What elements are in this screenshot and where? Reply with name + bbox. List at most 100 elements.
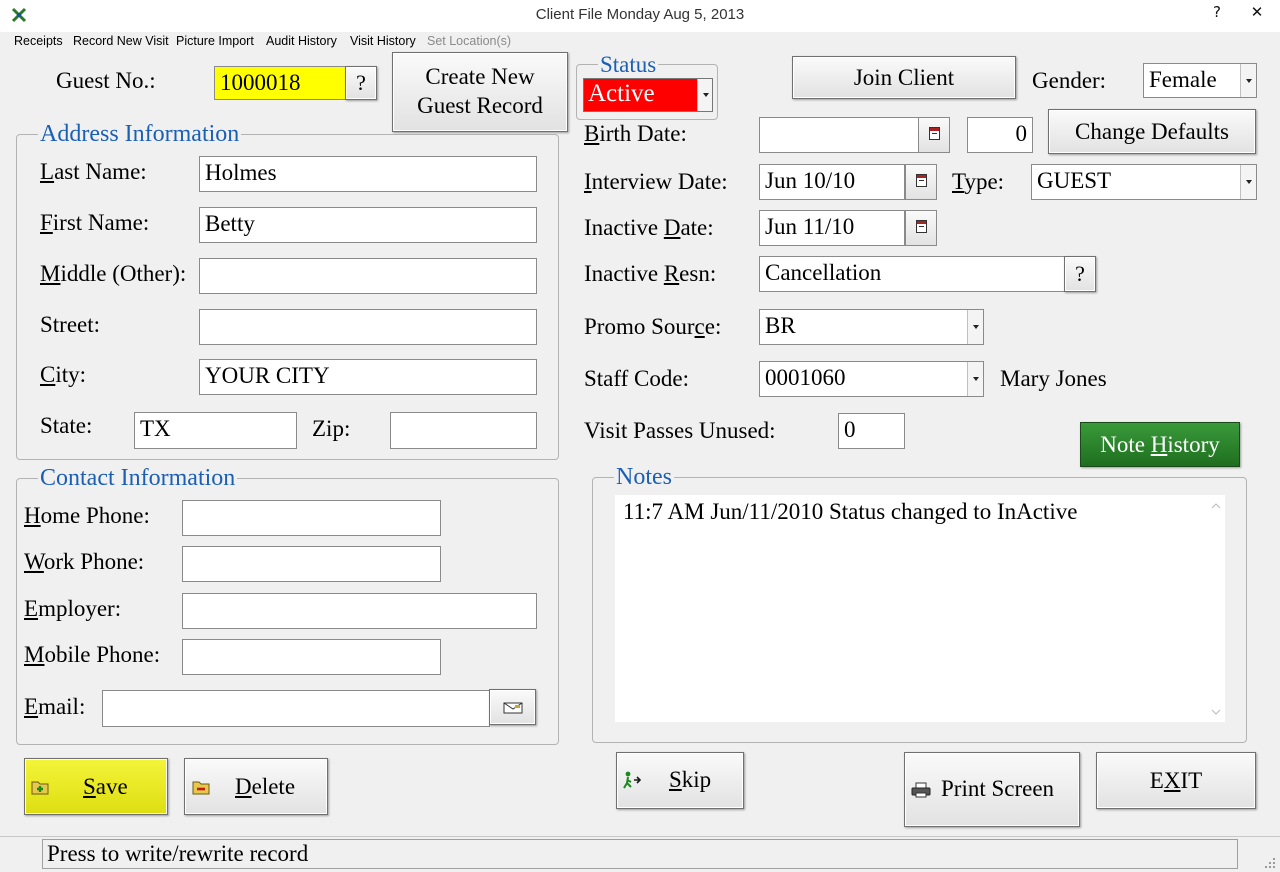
window-title: Client File Monday Aug 5, 2013 (535, 6, 745, 23)
inactive-reason-label: Inactive Resn: (584, 261, 717, 286)
type-value: GUEST (1037, 168, 1112, 193)
resize-grip-icon[interactable] (1262, 855, 1276, 869)
interview-date-field[interactable]: Jun 10/10 (759, 164, 905, 200)
staff-name: Mary Jones (1000, 366, 1107, 391)
save-button[interactable]: Save (24, 758, 168, 815)
mobile-phone-field[interactable] (182, 639, 441, 675)
exit-button[interactable]: EXIT (1096, 752, 1256, 809)
type-dropdown[interactable]: GUEST (1031, 164, 1257, 200)
address-title: Address Information (38, 121, 242, 148)
menu-record-new-visit[interactable]: Record New Visit (73, 34, 169, 48)
menu-bar: Receipts Record New Visit Picture Import… (0, 32, 1280, 52)
last-name-label: Last Name: (40, 159, 147, 184)
create-new-guest-button[interactable]: Create New Guest Record (392, 52, 568, 132)
city-field[interactable]: YOUR CITY (199, 359, 537, 395)
home-phone-field[interactable] (182, 500, 441, 536)
chevron-down-icon (967, 310, 983, 344)
title-bar: Client File Monday Aug 5, 2013 ? ✕ (0, 0, 1280, 32)
street-label: Street: (40, 312, 101, 337)
printer-icon (911, 782, 931, 798)
contact-title: Contact Information (38, 465, 238, 492)
gender-dropdown[interactable]: Female (1143, 63, 1257, 98)
home-phone-label: Home Phone: (24, 503, 150, 528)
mobile-phone-label: Mobile Phone: (24, 642, 161, 667)
envelope-icon (503, 702, 523, 714)
inactive-reason-field[interactable]: Cancellation (759, 256, 1065, 292)
email-label: Email: (24, 694, 86, 719)
inactive-reason-lookup-button[interactable]: ? (1064, 256, 1096, 292)
gender-value: Female (1149, 67, 1217, 92)
interview-date-calendar-button[interactable] (905, 164, 937, 200)
zip-field[interactable] (390, 412, 537, 449)
staff-code-dropdown[interactable]: 0001060 (759, 361, 984, 397)
help-window-button[interactable]: ? (1200, 0, 1234, 24)
street-field[interactable] (199, 309, 537, 345)
first-name-field[interactable]: Betty (199, 207, 537, 243)
visit-passes-label: Visit Passes Unused: (584, 418, 776, 443)
menu-receipts[interactable]: Receipts (14, 34, 63, 48)
chevron-down-icon (1211, 709, 1221, 715)
skip-label: Skip (669, 767, 712, 792)
promo-source-label: Promo Source: (584, 314, 722, 339)
print-screen-label: Print Screen (941, 776, 1055, 801)
interview-date-label: Interview Date: (584, 169, 728, 194)
delete-label: Delete (235, 774, 296, 799)
notes-textarea[interactable]: 11:7 AM Jun/11/2010 Status changed to In… (615, 495, 1225, 722)
status-dropdown[interactable]: Active (583, 78, 713, 112)
chevron-up-icon (1211, 503, 1221, 509)
folder-remove-icon (192, 781, 210, 795)
employer-field[interactable] (182, 593, 537, 629)
notes-scrollbar[interactable] (1207, 495, 1225, 722)
folder-add-icon (31, 781, 49, 795)
birth-date-label: Birth Date: (584, 121, 687, 146)
menu-picture-import[interactable]: Picture Import (176, 34, 254, 48)
print-screen-button[interactable]: Print Screen (904, 752, 1080, 827)
menu-visit-history[interactable]: Visit History (350, 34, 416, 48)
email-field[interactable] (102, 690, 490, 727)
status-bar: Press to write/rewrite record (0, 836, 1280, 872)
state-field[interactable]: TX (134, 412, 297, 449)
notes-title: Notes (614, 464, 674, 491)
menu-set-location: Set Location(s) (427, 34, 512, 48)
inactive-date-field[interactable]: Jun 11/10 (759, 210, 905, 246)
promo-source-dropdown[interactable]: BR (759, 309, 984, 345)
last-name-field[interactable]: Holmes (199, 156, 537, 192)
gender-label: Gender: (1032, 68, 1107, 93)
first-name-label: First Name: (40, 210, 150, 235)
delete-button[interactable]: Delete (184, 758, 328, 815)
employer-label: Employer: (24, 596, 122, 621)
zip-label: Zip: (312, 416, 351, 441)
menu-audit-history[interactable]: Audit History (266, 34, 337, 48)
change-defaults-button[interactable]: Change Defaults (1048, 109, 1256, 154)
inactive-date-label: Inactive Date: (584, 215, 714, 240)
skip-button[interactable]: Skip (616, 752, 744, 809)
age-field[interactable]: 0 (967, 117, 1033, 153)
status-text: Press to write/rewrite record (42, 839, 1238, 869)
calendar-icon (929, 127, 940, 140)
staff-code-label: Staff Code: (584, 366, 689, 391)
note-history-button[interactable]: Note History (1080, 422, 1240, 467)
chevron-down-icon (1240, 64, 1256, 97)
guest-no-field[interactable]: 1000018 (214, 66, 346, 100)
status-title: Status (598, 52, 659, 78)
promo-source-value: BR (765, 313, 796, 338)
calendar-icon (916, 220, 927, 233)
visit-passes-field[interactable]: 0 (838, 413, 905, 449)
work-phone-field[interactable] (182, 546, 441, 582)
staff-code-value: 0001060 (765, 365, 846, 390)
close-window-button[interactable]: ✕ (1234, 0, 1280, 24)
inactive-date-calendar-button[interactable] (905, 210, 937, 246)
birth-date-calendar-button[interactable] (918, 117, 950, 153)
chevron-down-icon (1240, 165, 1256, 199)
birth-date-field[interactable] (759, 117, 919, 153)
guest-no-label: Guest No.: (56, 68, 156, 93)
create-new-line2: Guest Record (417, 93, 543, 118)
middle-name-field[interactable] (199, 258, 537, 294)
create-new-line1: Create New (425, 64, 535, 89)
type-label: Type: (952, 169, 1005, 194)
join-client-button[interactable]: Join Client (792, 56, 1016, 99)
state-label: State: (40, 413, 93, 438)
guest-lookup-button[interactable]: ? (345, 66, 377, 100)
send-email-button[interactable] (489, 689, 536, 725)
calendar-icon (916, 174, 927, 187)
